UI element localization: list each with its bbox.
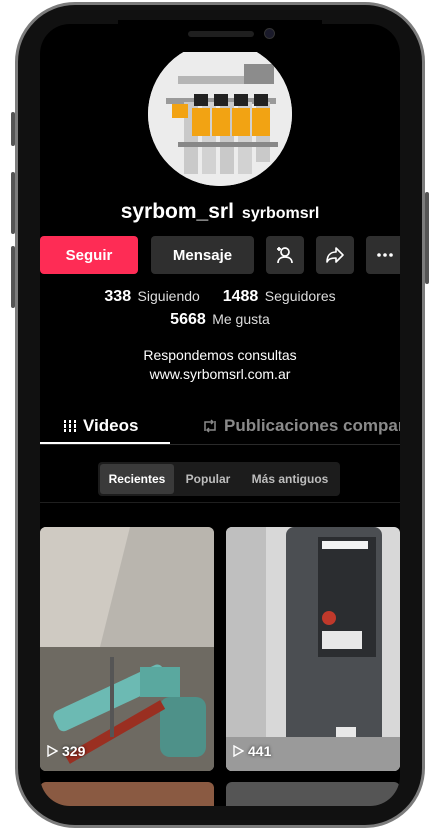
video-thumbnail-image	[40, 527, 214, 771]
share-button[interactable]	[316, 236, 354, 274]
phone-volume-down	[11, 246, 15, 308]
followers-count[interactable]: 1488	[223, 288, 259, 305]
bio-link[interactable]: www.syrbomsrl.com.ar	[40, 365, 400, 384]
following-count[interactable]: 338	[104, 288, 131, 305]
phone-volume-up	[11, 172, 15, 234]
view-count-value: 329	[62, 743, 86, 759]
phone-side-button	[11, 112, 15, 146]
likes-count: 5668	[170, 311, 206, 328]
stats-row-2: 5668 Me gusta	[40, 311, 400, 329]
section-divider	[40, 502, 400, 503]
view-count: 329	[46, 743, 85, 759]
video-thumbnail[interactable]	[40, 782, 214, 806]
profile-name-row: syrbom_srl syrbomsrl	[40, 200, 400, 224]
view-count-value: 441	[248, 743, 272, 759]
more-dots-icon	[377, 253, 393, 257]
avatar-image	[148, 42, 292, 186]
tab-videos-label: Videos	[83, 416, 139, 435]
sort-recent[interactable]: Recientes	[100, 464, 174, 494]
front-camera	[264, 28, 275, 39]
message-button[interactable]: Mensaje	[151, 236, 254, 274]
sort-segmented-control: Recientes Popular Más antiguos	[98, 462, 340, 496]
video-thumbnail[interactable]	[226, 782, 400, 806]
tabs-divider	[40, 444, 400, 445]
tab-reposts[interactable]: Publicaciones compartidas	[202, 408, 400, 444]
more-options-button[interactable]	[366, 236, 400, 274]
view-count: 441	[232, 743, 271, 759]
sort-oldest[interactable]: Más antiguos	[242, 464, 338, 494]
speaker-grill	[188, 31, 254, 37]
followers-label: Seguidores	[264, 288, 336, 304]
sort-popular[interactable]: Popular	[178, 464, 238, 494]
profile-tabs: Videos Publicaciones compartidas	[40, 408, 400, 444]
video-thumbnail[interactable]: 441	[226, 527, 400, 771]
phone-power-button	[425, 192, 429, 284]
person-plus-icon	[277, 247, 293, 264]
profile-actions: Seguir Mensaje	[40, 236, 400, 274]
follow-button[interactable]: Seguir	[40, 236, 138, 274]
tab-reposts-label: Publicaciones compartidas	[224, 416, 400, 435]
handle: syrbomsrl	[241, 205, 320, 222]
video-thumbnail-image	[226, 527, 400, 771]
app-screen: syrbom_srl syrbomsrl Seguir Mensaje 338 S…	[40, 24, 400, 806]
share-arrow-icon	[326, 247, 344, 263]
tab-videos[interactable]: Videos	[63, 408, 138, 444]
grid-icon	[63, 420, 77, 432]
repost-icon	[204, 419, 216, 433]
username: syrbom_srl	[120, 200, 234, 223]
bio-line-1: Respondemos consultas	[143, 347, 297, 363]
bio: Respondemos consultas www.syrbomsrl.com.…	[40, 346, 400, 384]
video-thumbnail[interactable]: 329	[40, 527, 214, 771]
play-outline-icon	[47, 745, 58, 757]
play-outline-icon	[233, 745, 244, 757]
avatar[interactable]	[148, 42, 292, 186]
following-label: Siguiendo	[137, 288, 200, 304]
phone-notch	[118, 20, 322, 52]
stats-row-1: 338 Siguiendo 1488 Seguidores	[40, 288, 400, 306]
add-friend-button[interactable]	[266, 236, 304, 274]
likes-label: Me gusta	[212, 311, 270, 327]
